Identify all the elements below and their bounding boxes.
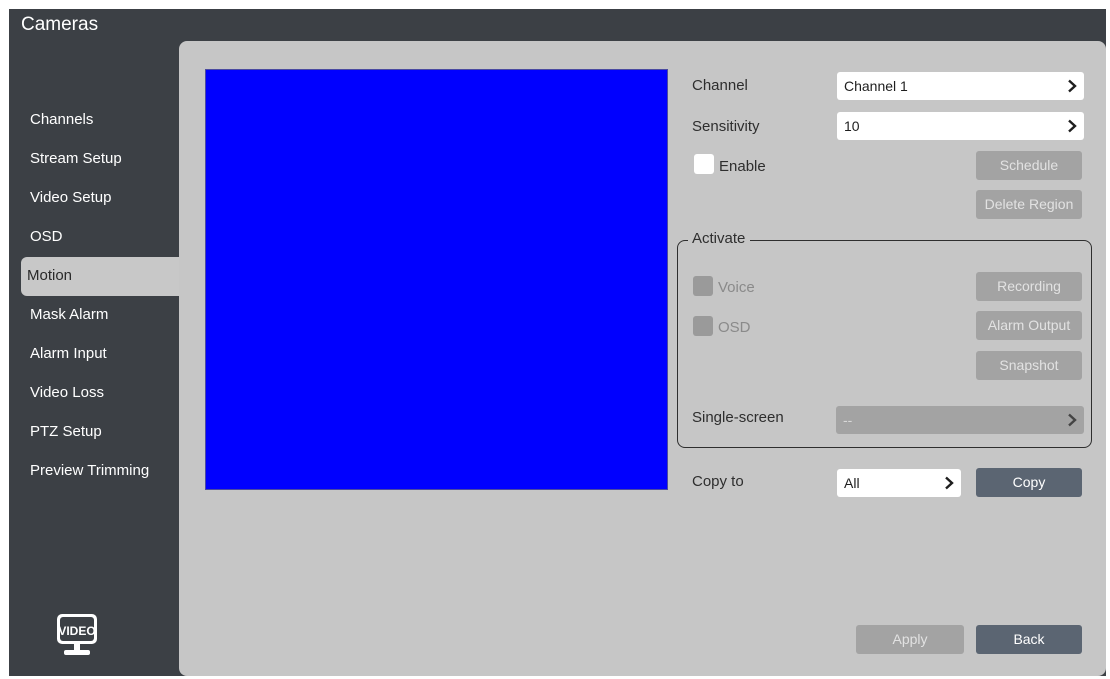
sidebar: Channels Stream Setup Video Setup OSD Mo… (9, 101, 181, 491)
sensitivity-label: Sensitivity (692, 118, 760, 135)
single-screen-select[interactable]: -- (836, 406, 1084, 434)
activate-legend: Activate (688, 230, 751, 247)
osd-checkbox[interactable] (693, 316, 713, 336)
sidebar-item-channels[interactable]: Channels (9, 101, 181, 140)
sidebar-item-osd[interactable]: OSD (9, 218, 181, 257)
video-monitor-icon: VIDEO (55, 612, 99, 660)
recording-button[interactable]: Recording (976, 272, 1082, 301)
channel-value: Channel 1 (844, 78, 908, 94)
app-window: Cameras Channels Stream Setup Video Setu… (9, 9, 1106, 676)
enable-label: Enable (719, 158, 766, 175)
chevron-right-icon (1065, 406, 1079, 434)
osd-label: OSD (718, 319, 751, 336)
logo-text: VIDEO (58, 624, 95, 638)
chevron-right-icon (1065, 72, 1079, 100)
single-screen-value: -- (843, 412, 853, 428)
sidebar-item-motion[interactable]: Motion (21, 257, 181, 296)
activate-group: Activate Voice Recording OSD Alarm Outpu… (677, 230, 1092, 448)
sidebar-item-preview-trimming[interactable]: Preview Trimming (9, 452, 181, 491)
copy-button[interactable]: Copy (976, 468, 1082, 497)
single-screen-label: Single-screen (692, 409, 784, 426)
copy-to-value: All (844, 475, 860, 491)
sensitivity-select[interactable]: 10 (837, 112, 1084, 140)
sidebar-item-video-loss[interactable]: Video Loss (9, 374, 181, 413)
sensitivity-value: 10 (844, 118, 860, 134)
sidebar-item-alarm-input[interactable]: Alarm Input (9, 335, 181, 374)
channel-select[interactable]: Channel 1 (837, 72, 1084, 100)
delete-region-button[interactable]: Delete Region (976, 190, 1082, 219)
sidebar-item-stream-setup[interactable]: Stream Setup (9, 140, 181, 179)
title-bar: Cameras (9, 9, 1106, 43)
app-title: Cameras (21, 14, 99, 35)
sidebar-item-video-setup[interactable]: Video Setup (9, 179, 181, 218)
motion-preview-area[interactable] (205, 69, 668, 490)
motion-panel: Channel Channel 1 Sensitivity 10 Enable … (179, 41, 1106, 676)
copy-to-label: Copy to (692, 473, 744, 490)
sidebar-item-ptz-setup[interactable]: PTZ Setup (9, 413, 181, 452)
snapshot-button[interactable]: Snapshot (976, 351, 1082, 380)
chevron-right-icon (942, 469, 956, 497)
alarm-output-button[interactable]: Alarm Output (976, 311, 1082, 340)
schedule-button[interactable]: Schedule (976, 151, 1082, 180)
apply-button[interactable]: Apply (856, 625, 964, 654)
voice-checkbox[interactable] (693, 276, 713, 296)
chevron-right-icon (1065, 112, 1079, 140)
back-button[interactable]: Back (976, 625, 1082, 654)
voice-label: Voice (718, 279, 755, 296)
channel-label: Channel (692, 77, 748, 94)
enable-checkbox[interactable] (694, 154, 714, 174)
copy-to-select[interactable]: All (837, 469, 961, 497)
sidebar-item-mask-alarm[interactable]: Mask Alarm (9, 296, 181, 335)
